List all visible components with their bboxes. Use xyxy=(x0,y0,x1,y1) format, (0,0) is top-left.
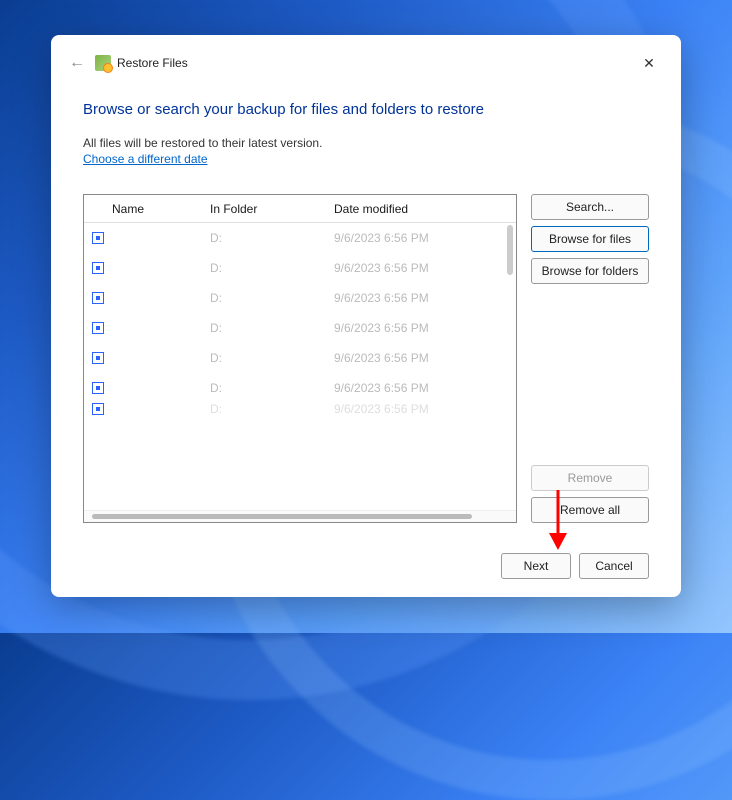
row-folder: D: xyxy=(210,381,334,395)
row-folder: D: xyxy=(210,321,334,335)
file-icon xyxy=(92,262,104,274)
table-row[interactable]: D:9/6/2023 6:56 PM xyxy=(84,343,516,373)
row-date: 9/6/2023 6:56 PM xyxy=(334,261,504,275)
table-row[interactable]: D:9/6/2023 6:56 PM xyxy=(84,253,516,283)
table-row[interactable]: D:9/6/2023 6:56 PM xyxy=(84,283,516,313)
remove-all-button[interactable]: Remove all xyxy=(531,497,649,523)
file-icon xyxy=(92,292,104,304)
list-body[interactable]: D:9/6/2023 6:56 PMD:9/6/2023 6:56 PMD:9/… xyxy=(84,223,516,510)
file-icon xyxy=(92,322,104,334)
close-button[interactable]: ✕ xyxy=(635,49,663,77)
row-date: 9/6/2023 6:56 PM xyxy=(334,381,504,395)
table-row[interactable]: D:9/6/2023 6:56 PM xyxy=(84,373,516,403)
search-button[interactable]: Search... xyxy=(531,194,649,220)
table-row[interactable]: D:9/6/2023 6:56 PM xyxy=(84,403,516,415)
horizontal-scrollbar[interactable] xyxy=(84,510,516,522)
vertical-scroll-thumb[interactable] xyxy=(507,225,513,275)
row-date: 9/6/2023 6:56 PM xyxy=(334,291,504,305)
table-row[interactable]: D:9/6/2023 6:56 PM xyxy=(84,313,516,343)
row-date: 9/6/2023 6:56 PM xyxy=(334,351,504,365)
row-date: 9/6/2023 6:56 PM xyxy=(334,231,504,245)
browse-files-button[interactable]: Browse for files xyxy=(531,226,649,252)
table-row[interactable]: D:9/6/2023 6:56 PM xyxy=(84,223,516,253)
column-date[interactable]: Date modified xyxy=(334,202,504,216)
restore-app-icon xyxy=(95,55,111,71)
footer: Next Cancel xyxy=(83,553,649,579)
file-icon xyxy=(92,232,104,244)
page-heading: Browse or search your backup for files a… xyxy=(83,101,649,118)
file-icon xyxy=(92,352,104,364)
row-date: 9/6/2023 6:56 PM xyxy=(334,321,504,335)
file-icon xyxy=(92,403,104,415)
subtext: All files will be restored to their late… xyxy=(83,136,649,150)
row-folder: D: xyxy=(210,261,334,275)
main-area: Name In Folder Date modified D:9/6/2023 … xyxy=(83,194,649,523)
browse-folders-button[interactable]: Browse for folders xyxy=(531,258,649,284)
next-button[interactable]: Next xyxy=(501,553,571,579)
choose-date-link[interactable]: Choose a different date xyxy=(83,152,649,166)
cancel-button[interactable]: Cancel xyxy=(579,553,649,579)
row-folder: D: xyxy=(210,291,334,305)
file-icon xyxy=(92,382,104,394)
list-header: Name In Folder Date modified xyxy=(84,195,516,223)
content-area: Browse or search your backup for files a… xyxy=(69,77,663,579)
horizontal-scroll-thumb[interactable] xyxy=(92,514,472,519)
remove-button: Remove xyxy=(531,465,649,491)
row-folder: D: xyxy=(210,231,334,245)
restore-files-dialog: ← Restore Files ✕ Browse or search your … xyxy=(51,35,681,597)
column-name[interactable]: Name xyxy=(84,202,210,216)
row-folder: D: xyxy=(210,351,334,365)
titlebar: ← Restore Files ✕ xyxy=(69,49,663,77)
side-button-panel: Search... Browse for files Browse for fo… xyxy=(531,194,649,523)
back-arrow-icon[interactable]: ← xyxy=(69,54,85,72)
window-title: Restore Files xyxy=(117,56,188,70)
column-folder[interactable]: In Folder xyxy=(210,202,334,216)
file-list: Name In Folder Date modified D:9/6/2023 … xyxy=(83,194,517,523)
